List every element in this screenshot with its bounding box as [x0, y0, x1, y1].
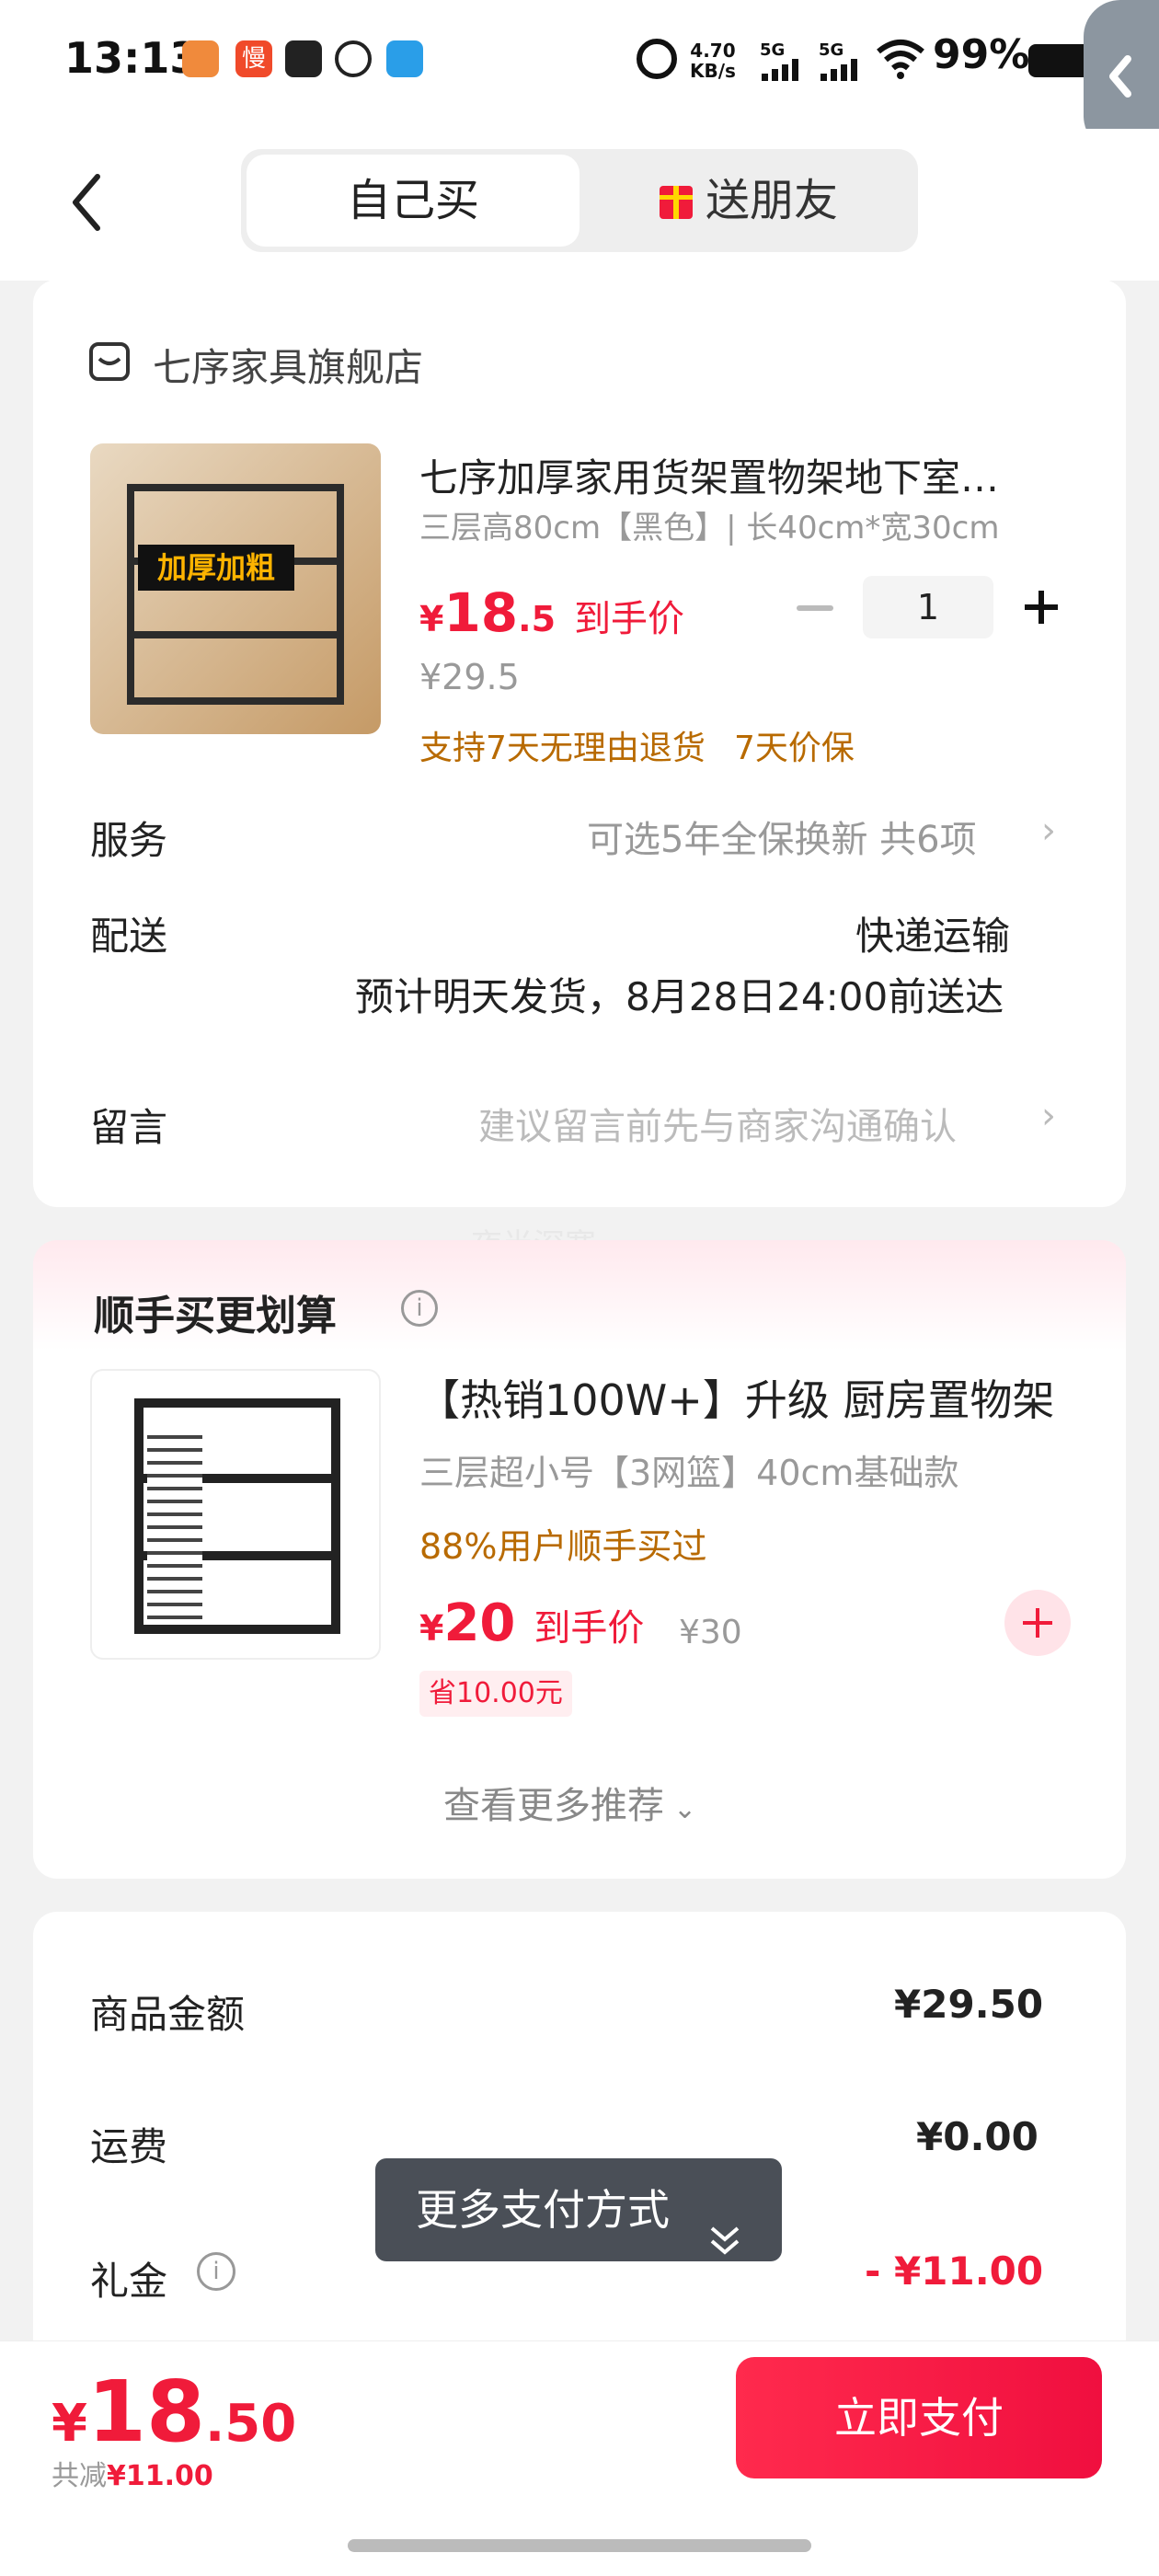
add-addon-button[interactable]	[1004, 1590, 1071, 1656]
guarantee-price-protect: 7天价保	[734, 730, 855, 767]
service-value[interactable]: 可选5年全保换新 共6项	[587, 810, 977, 863]
addon-social-proof: 88%用户顺手买过	[419, 1526, 707, 1567]
total-discount: 共减¥11.00	[52, 2460, 213, 2492]
addon-section-title: 顺手买更划算	[94, 1293, 337, 1340]
more-payment-methods-button[interactable]: 更多支付方式	[375, 2158, 782, 2261]
app-notification-icon	[386, 40, 423, 77]
battery-percent: 99%	[933, 31, 1030, 78]
addon-save-badge: 省10.00元	[419, 1671, 572, 1717]
signal-icon	[760, 59, 802, 81]
gift-money-value: - ¥11.00	[865, 2248, 1044, 2294]
sim1-label: 5G	[760, 40, 786, 60]
delivery-eta: 预计明天发货，8月28日24:00前送达	[355, 974, 1004, 1019]
addon-product-spec[interactable]: 三层超小号【3网篮】40cm基础款	[419, 1444, 958, 1495]
goods-amount-label: 商品金额	[90, 1992, 246, 2037]
shop-name[interactable]: 七序家具旗舰店	[153, 337, 423, 393]
gift-icon	[659, 186, 693, 219]
decrease-quantity-button[interactable]	[797, 605, 833, 611]
double-chevron-down-icon	[706, 2193, 743, 2255]
product-image[interactable]: 加厚加粗	[90, 443, 381, 734]
delivery-label: 配送	[90, 914, 168, 959]
product-spec[interactable]: 三层高80cm【黑色】| 长40cm*宽30cm	[419, 502, 1000, 547]
gift-money-label: 礼金	[90, 2259, 168, 2304]
chevron-right-icon[interactable]: ›	[1041, 1095, 1056, 1137]
product-image-text: 加厚加粗	[138, 545, 294, 591]
service-label: 服务	[90, 818, 168, 863]
original-price: ¥29.5	[419, 657, 520, 697]
guarantee-return: 支持7天无理由退货	[419, 730, 706, 767]
info-icon[interactable]: i	[401, 1290, 438, 1327]
see-more-recommendations[interactable]: 查看更多推荐 ⌄	[443, 1776, 696, 1829]
battery-icon	[1028, 44, 1091, 77]
sim2-label: 5G	[819, 40, 844, 60]
telegram-icon	[285, 40, 322, 77]
shipping-label: 运费	[90, 2124, 168, 2169]
shipping-value: ¥0.00	[916, 2114, 1039, 2159]
total-price: ¥18.50	[52, 2363, 297, 2461]
addon-product-title[interactable]: 【热销100W+】升级 厨房置物架	[418, 1367, 1054, 1428]
status-time: 13:13	[64, 33, 200, 83]
chevron-down-icon: ⌄	[673, 1793, 697, 1825]
app-notification-icon	[335, 40, 372, 77]
alarm-icon	[637, 39, 677, 79]
note-input[interactable]: 建议留言前先与商家沟通确认	[478, 1097, 957, 1150]
info-icon[interactable]: i	[197, 2252, 235, 2291]
note-label: 留言	[90, 1105, 168, 1150]
tab-buy-for-self[interactable]: 自己买	[247, 155, 580, 247]
wifi-icon	[876, 39, 925, 79]
tab-send-to-friend[interactable]: 送朋友	[585, 155, 912, 247]
app-notification-icon	[182, 40, 219, 77]
home-indicator	[348, 2539, 811, 2552]
shop-icon	[88, 340, 131, 383]
product-title[interactable]: 七序加厚家用货架置物架地下室…	[419, 447, 999, 503]
product-price: ¥18.5 到手价	[419, 581, 685, 644]
signal-icon	[819, 59, 861, 81]
app-notification-icon: 慢	[235, 40, 272, 77]
delivery-method: 快递运输	[855, 914, 1011, 959]
addon-price: ¥20 到手价	[419, 1593, 645, 1653]
addon-product-image[interactable]	[90, 1369, 381, 1660]
addon-original-price: ¥30	[679, 1614, 742, 1651]
back-icon[interactable]	[64, 166, 110, 239]
chevron-right-icon[interactable]: ›	[1041, 810, 1056, 852]
pay-now-button[interactable]: 立即支付	[736, 2357, 1102, 2478]
network-speed: 4.70 KB/s	[690, 40, 736, 82]
goods-amount-value: ¥29.50	[894, 1982, 1044, 2027]
increase-quantity-button[interactable]	[1023, 589, 1060, 626]
quantity-input[interactable]: 1	[863, 576, 993, 638]
